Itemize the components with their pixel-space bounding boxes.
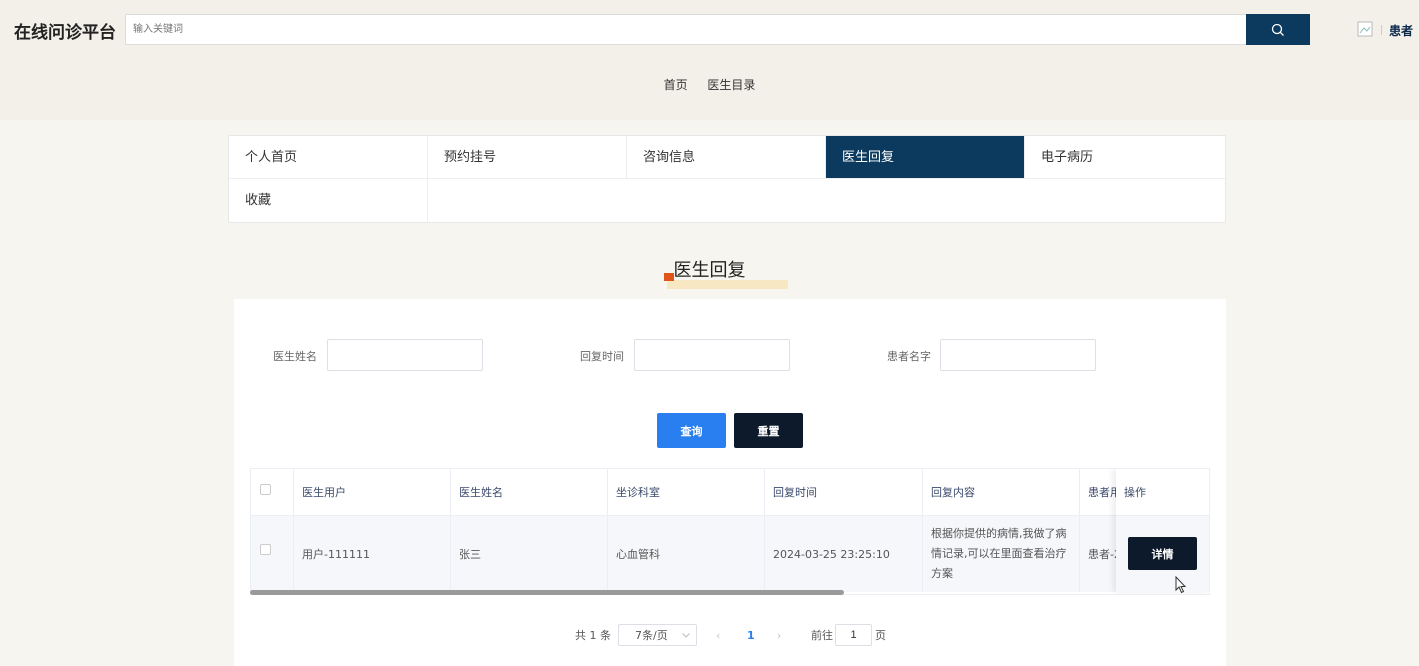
menu-item-favorites[interactable]: 收藏: [229, 179, 428, 222]
detail-button[interactable]: 详情: [1128, 537, 1197, 570]
column-header: 操作: [1116, 469, 1209, 516]
query-button[interactable]: 查询: [657, 413, 726, 448]
column-header: 坐诊科室: [608, 469, 765, 516]
row-checkbox[interactable]: [260, 544, 271, 555]
doctor-name-input[interactable]: [327, 339, 483, 371]
avatar[interactable]: [1350, 14, 1380, 44]
reply-table: 医生用户 医生姓名 坐诊科室 回复时间 回复内容 患者用户 用户-111111 …: [250, 468, 1210, 595]
search-input[interactable]: [125, 14, 1247, 45]
menu-item-doctor-reply[interactable]: 医生回复: [826, 136, 1025, 179]
reply-time-label: 回复时间: [580, 350, 624, 363]
search-icon: [1271, 23, 1284, 36]
goto-page-input[interactable]: [835, 624, 872, 646]
goto-label: 前往: [811, 629, 833, 642]
goto-suffix: 页: [875, 629, 886, 642]
site-logo[interactable]: 在线问诊平台: [14, 18, 116, 43]
doctor-name-label: 医生姓名: [273, 350, 317, 363]
broken-image-icon: [1357, 21, 1373, 37]
row-select-cell: [251, 516, 294, 592]
mouse-cursor-icon: [1175, 576, 1187, 594]
prev-page-button[interactable]: ‹: [716, 624, 720, 646]
next-page-button[interactable]: ›: [777, 624, 781, 646]
reply-time-input[interactable]: [634, 339, 790, 371]
pagination-total: 共 1 条: [575, 629, 611, 642]
column-header: 医生用户: [294, 469, 451, 516]
table-cell: 2024-03-25 23:25:10: [765, 516, 923, 592]
menu-item-consultation[interactable]: 咨询信息: [627, 136, 826, 179]
menu-item-profile[interactable]: 个人首页: [229, 136, 428, 179]
column-header: 回复时间: [765, 469, 923, 516]
patient-name-input[interactable]: [940, 339, 1096, 371]
menu-item-medical-record[interactable]: 电子病历: [1025, 136, 1225, 179]
main-nav: 首页 医生目录: [0, 76, 1419, 93]
nav-home[interactable]: 首页: [664, 78, 688, 92]
nav-doctor-directory[interactable]: 医生目录: [707, 78, 755, 92]
table-cell: 根据你提供的病情,我做了病情记录,可以在里面查看治疗方案: [923, 516, 1080, 592]
user-role-link[interactable]: 患者: [1389, 22, 1413, 39]
reset-button[interactable]: 重置: [734, 413, 803, 448]
section-title: 医生回复: [673, 260, 746, 281]
table-cell: 张三: [451, 516, 608, 592]
horizontal-scrollbar[interactable]: [250, 590, 844, 595]
page-number-current[interactable]: 1: [747, 624, 755, 646]
column-header: 医生姓名: [451, 469, 608, 516]
user-center-menu: 个人首页 预约挂号 咨询信息 医生回复 电子病历 收藏: [228, 135, 1226, 223]
menu-item-appointment[interactable]: 预约挂号: [428, 136, 627, 179]
table-cell: 心血管科: [608, 516, 765, 592]
table-header-select: [251, 469, 294, 516]
page-size-value: 7条/页: [635, 629, 668, 642]
operation-cell: 详情: [1116, 516, 1209, 592]
divider: [1381, 25, 1382, 35]
column-header: 回复内容: [923, 469, 1080, 516]
chevron-down-icon: [682, 633, 690, 638]
page-size-select[interactable]: 7条/页: [618, 624, 697, 646]
patient-name-label: 患者名字: [887, 350, 931, 363]
search-button[interactable]: [1246, 14, 1310, 45]
table-cell: 用户-111111: [294, 516, 451, 592]
select-all-checkbox[interactable]: [260, 484, 271, 495]
operation-column: 操作 详情: [1116, 469, 1209, 592]
